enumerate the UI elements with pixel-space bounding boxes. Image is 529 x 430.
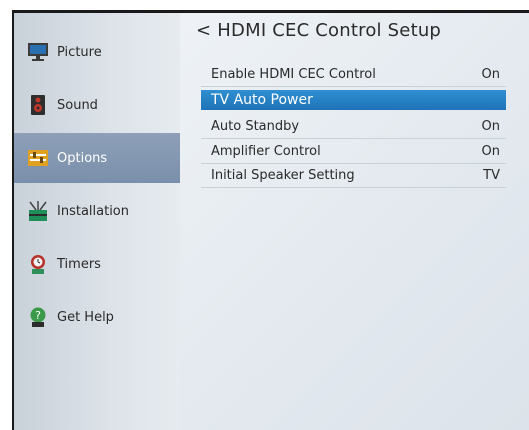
sidebar-item-picture[interactable]: Picture [14,27,180,77]
sidebar-item-label: Sound [57,97,98,113]
options-icon [27,147,49,169]
sidebar-item-label: Get Help [57,309,114,325]
monitor-icon [27,41,49,63]
sidebar-item-sound[interactable]: Sound [14,80,180,130]
row-label: Enable HDMI CEC Control [211,67,376,82]
row-label: Amplifier Control [211,144,321,159]
menu-row-tv-auto-power[interactable]: TV Auto Power [201,90,506,110]
timer-icon [27,253,49,275]
row-value: TV [483,168,500,183]
row-value: On [481,119,500,134]
menu-row-initial-speaker-setting[interactable]: Initial Speaker Setting TV [201,163,506,188]
back-chevron-icon[interactable]: < [196,20,211,41]
menu-row-auto-standby[interactable]: Auto Standby On [201,114,506,139]
sidebar: Picture Sound Options Installation Timer… [14,13,180,430]
row-label: TV Auto Power [211,92,313,108]
speaker-icon [27,94,49,116]
page-title: < HDMI CEC Control Setup [196,20,441,41]
sidebar-item-installation[interactable]: Installation [14,186,180,236]
sidebar-item-label: Installation [57,203,130,219]
help-icon: ? [27,306,49,328]
sidebar-item-label: Picture [57,44,102,60]
menu-row-amplifier-control[interactable]: Amplifier Control On [201,139,506,164]
antenna-icon [27,200,49,222]
row-label: Initial Speaker Setting [211,168,355,183]
row-value: On [481,67,500,82]
sidebar-item-options[interactable]: Options [14,133,180,183]
page-title-text: HDMI CEC Control Setup [217,20,442,41]
row-value: On [481,144,500,159]
sidebar-item-label: Timers [57,256,101,272]
sidebar-item-label: Options [57,150,108,166]
sidebar-item-timers[interactable]: Timers [14,239,180,289]
menu-row-enable-hdmi-cec[interactable]: Enable HDMI CEC Control On [201,62,506,87]
row-label: Auto Standby [211,119,300,134]
sidebar-item-get-help[interactable]: ? Get Help [14,292,180,342]
svg-text:?: ? [35,309,41,322]
